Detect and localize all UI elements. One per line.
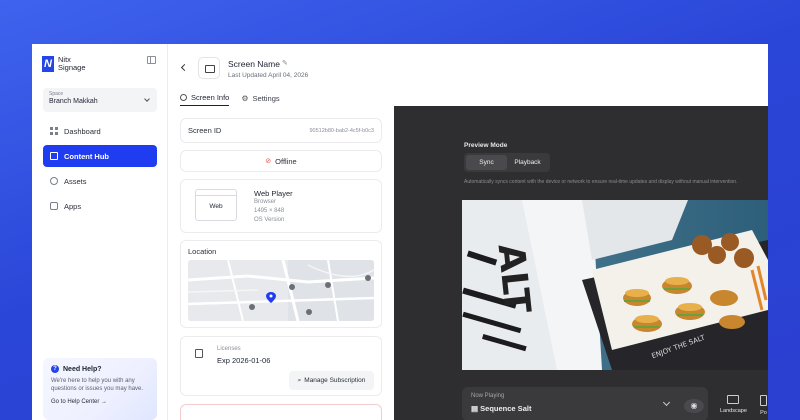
collapse-sidebar-icon[interactable]	[147, 56, 156, 64]
help-title: Need Help?	[63, 365, 102, 373]
sidebar-item-assets[interactable]: Assets	[43, 170, 157, 192]
help-description: We're here to help you with any question…	[51, 378, 144, 392]
tab-settings[interactable]: ⚙ Settings	[241, 90, 279, 106]
portrait-icon	[760, 395, 767, 406]
last-updated: Last Updated April 04, 2026	[228, 72, 309, 79]
sidebar-item-label: Dashboard	[64, 126, 101, 136]
logo-mark: N	[42, 56, 54, 72]
screen-id-value: 90512b80-bab2-4c5f-b0c3	[309, 127, 374, 134]
content-hub-icon	[50, 152, 58, 160]
sidebar-item-label: Apps	[64, 201, 82, 211]
logo-line2: Signage	[58, 63, 86, 72]
main-content: Screen Name ✎ Last Updated April 04, 202…	[168, 44, 768, 420]
apps-icon	[50, 202, 58, 210]
player-resolution: 1495 × 848	[254, 208, 285, 214]
player-thumbnail: Web	[195, 189, 237, 221]
space-selector[interactable]: Space Branch Makkah	[43, 88, 157, 112]
now-playing-select[interactable]: Now Playing ▤ Sequence Salt ◉	[462, 387, 708, 420]
playback-option[interactable]: Playback	[507, 155, 548, 170]
sequence-icon: ▤	[471, 404, 481, 413]
svg-text:ALT: ALT	[489, 242, 537, 316]
sidebar-item-apps[interactable]: Apps	[43, 195, 157, 217]
status-text: Offline	[275, 156, 297, 166]
header: Screen Name ✎ Last Updated April 04, 202…	[168, 44, 768, 106]
search-icon: ⌕	[297, 376, 302, 384]
content-preview-image: ALT ENJOY THE SALT	[462, 200, 768, 370]
preview-mode-label: Preview Mode	[464, 142, 508, 149]
manage-subscription-button[interactable]: ⌕ Manage Subscription	[289, 371, 374, 390]
offline-icon: ⊘	[265, 158, 272, 165]
now-playing-value: ▤ Sequence Salt	[471, 404, 532, 413]
sync-option[interactable]: Sync	[466, 155, 507, 170]
landscape-icon	[727, 395, 740, 404]
space-label: Space	[49, 91, 64, 97]
now-playing-label: Now Playing	[471, 393, 505, 399]
monitor-icon	[198, 57, 220, 79]
edit-icon[interactable]: ✎	[282, 59, 288, 67]
preview-description: Automatically syncs content with the dev…	[464, 179, 738, 185]
assets-icon	[50, 177, 58, 185]
screen-name: Screen Name	[228, 59, 280, 69]
help-icon: ?	[51, 365, 59, 373]
eye-icon[interactable]: ◉	[684, 399, 704, 413]
food-photo-graphic: ALT ENJOY THE SALT	[462, 200, 768, 370]
screen-id-card: Screen ID 90512b80-bab2-4c5f-b0c3	[180, 118, 382, 143]
status-badge: ⊘ Offline	[180, 150, 382, 172]
screen-info-panel: Screen ID 90512b80-bab2-4c5f-b0c3 ⊘ Offl…	[180, 106, 382, 420]
sidebar-item-dashboard[interactable]: Dashboard	[43, 120, 157, 142]
gear-icon: ⚙	[241, 93, 249, 103]
help-card: ? Need Help? We're here to help you with…	[43, 358, 157, 420]
chevron-down-icon	[662, 398, 671, 407]
preview-mode-toggle: Sync Playback	[464, 153, 550, 172]
app-window: N Nitx Signage Space Branch Makkah Dashb…	[32, 44, 768, 420]
sidebar-item-label: Content Hub	[64, 151, 109, 161]
player-os: OS Version	[254, 217, 285, 223]
sidebar-nav: Dashboard Content Hub Assets Apps	[43, 120, 157, 220]
map-graphic	[188, 260, 374, 321]
back-arrow-icon[interactable]	[180, 63, 189, 72]
license-expiry: Exp 2026-01-06	[217, 356, 271, 365]
location-label: Location	[188, 247, 217, 256]
landscape-button[interactable]: Landscape	[720, 395, 747, 414]
location-card: Location	[180, 240, 382, 328]
info-icon	[180, 94, 187, 101]
grid-icon	[50, 127, 58, 135]
screen-id-label: Screen ID	[188, 126, 222, 135]
player-type: Browser	[254, 199, 277, 205]
logo: N Nitx Signage	[42, 56, 86, 72]
tabs: Screen Info ⚙ Settings	[180, 90, 280, 106]
preview-panel: Preview Mode Sync Playback Automatically…	[394, 106, 768, 420]
license-label: Licenses	[217, 346, 241, 352]
additional-card	[180, 404, 382, 420]
license-icon	[195, 349, 203, 358]
license-card: Licenses Exp 2026-01-06 ⌕ Manage Subscri…	[180, 336, 382, 396]
sidebar-item-label: Assets	[64, 176, 87, 186]
sidebar: N Nitx Signage Space Branch Makkah Dashb…	[32, 44, 168, 420]
player-title: Web Player	[254, 189, 293, 198]
help-center-link[interactable]: Go to Help Center →	[51, 399, 149, 405]
location-map[interactable]	[188, 260, 374, 321]
space-value: Branch Makkah	[49, 98, 98, 105]
portrait-button[interactable]: Po	[760, 395, 767, 416]
sidebar-item-content-hub[interactable]: Content Hub	[43, 145, 157, 167]
tab-screen-info[interactable]: Screen Info	[180, 90, 230, 106]
player-card: Web Web Player Browser 1495 × 848 OS Ver…	[180, 179, 382, 233]
